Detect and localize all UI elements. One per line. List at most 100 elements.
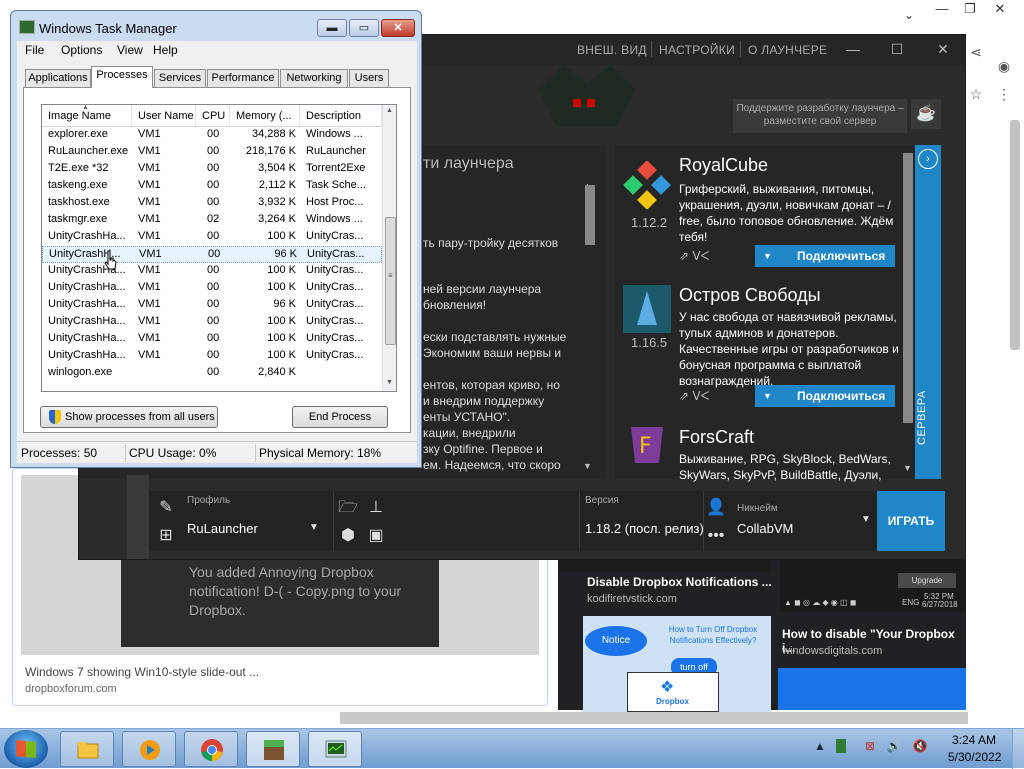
col-description[interactable]: Description <box>300 105 382 127</box>
clock-time[interactable]: 3:24 AM <box>952 733 996 747</box>
chevron-right-icon[interactable]: › <box>918 149 938 169</box>
menu-options[interactable]: Options <box>61 43 102 57</box>
browser-restore-button[interactable]: ❐ <box>956 0 984 18</box>
connect-button[interactable]: ▼ Подключиться <box>755 385 895 407</box>
table-row[interactable]: UnityCrashHa... VM1 00 100 K UnityCras... <box>42 229 382 246</box>
servers-scrollbar[interactable] <box>903 153 913 423</box>
maximize-button[interactable]: ▭ <box>349 19 379 37</box>
volume-icon[interactable]: 🔊 <box>886 739 902 755</box>
tray-expand-icon[interactable]: ▲ <box>812 739 828 755</box>
tray-app-icon[interactable] <box>836 739 846 753</box>
table-row[interactable]: UnityCrashH... VM1 00 96 K UnityCras... <box>42 246 382 263</box>
more-icon[interactable]: ⋮ <box>994 86 1014 106</box>
tab-performance[interactable]: Performance <box>207 69 279 87</box>
table-row[interactable]: UnityCrashHa... VM1 00 100 K UnityCras... <box>42 314 382 331</box>
folder-icon[interactable]: 🗁 <box>337 497 359 519</box>
scroll-down-icon[interactable]: ▼ <box>583 461 592 471</box>
table-row[interactable]: RuLauncher.exe VM1 00 218,176 K RuLauncher <box>42 144 382 161</box>
news-scrollbar[interactable] <box>585 185 595 245</box>
chevron-down-icon[interactable]: ⌄ <box>895 6 923 24</box>
more-icon[interactable]: ••• <box>705 525 727 547</box>
scroll-up-icon[interactable]: ▲ <box>386 107 393 114</box>
taskbar-explorer[interactable] <box>60 731 114 767</box>
tab-networking[interactable]: Networking <box>280 69 348 87</box>
profile-select[interactable]: RuLauncher <box>187 521 258 536</box>
maximize-icon[interactable]: ☐ <box>885 39 909 59</box>
nickname-field[interactable]: CollabVM <box>737 521 793 536</box>
save-icon[interactable]: ▣ <box>365 525 387 547</box>
user-icon[interactable]: 👤 <box>705 497 727 519</box>
clock-date[interactable]: 5/30/2022 <box>948 750 1001 764</box>
coffee-icon[interactable]: ☕ <box>911 99 941 129</box>
table-row[interactable]: UnityCrashHa... VM1 00 100 K UnityCras... <box>42 348 382 365</box>
tab-users[interactable]: Users <box>349 69 389 87</box>
scroll-down-icon[interactable]: ▼ <box>386 379 393 386</box>
speaker-muted-icon[interactable]: 🔇 <box>912 739 928 755</box>
process-scrollbar[interactable]: ▲ ≡ ▼ <box>382 105 396 391</box>
result-title[interactable]: Windows 7 showing Win10-style slide-out … <box>25 665 259 679</box>
table-row[interactable]: UnityCrashHa... VM1 00 100 K UnityCras... <box>42 280 382 297</box>
network-error-icon[interactable]: ⊠ <box>862 739 878 755</box>
table-row[interactable]: explorer.exe VM1 00 34,288 K Windows ... <box>42 127 382 144</box>
close-button[interactable]: ✕ <box>381 19 415 37</box>
tab-services[interactable]: Services <box>154 69 206 87</box>
start-button[interactable] <box>4 730 48 768</box>
browser-scrollbar[interactable] <box>1010 120 1020 350</box>
edit-profile-icon[interactable]: ✎ <box>155 497 177 519</box>
col-user-name[interactable]: User Name <box>132 105 196 127</box>
table-row[interactable]: UnityCrashHa... VM1 00 100 K UnityCras... <box>42 263 382 280</box>
profile-icon[interactable]: ◉ <box>994 58 1014 78</box>
add-profile-icon[interactable]: ⊞ <box>155 525 177 547</box>
tree-icon[interactable]: ⊥ <box>365 497 387 519</box>
nav-about[interactable]: О ЛАУНЧЕРЕ <box>748 43 827 57</box>
link-icon[interactable]: ⇗ ᐯᐸ <box>679 249 709 263</box>
horizontal-scrollbar[interactable] <box>340 712 968 724</box>
tab-processes[interactable]: Processes <box>91 66 153 88</box>
table-row[interactable]: T2E.exe *32 VM1 00 3,504 K Torrent2Exe <box>42 161 382 178</box>
menu-file[interactable]: File <box>25 43 44 57</box>
taskbar-minecraft[interactable] <box>246 731 300 767</box>
table-row[interactable]: taskeng.exe VM1 00 2,112 K Task Sche... <box>42 178 382 195</box>
scrollbar-thumb[interactable]: ≡ <box>385 217 396 345</box>
taskbar-chrome[interactable] <box>184 731 238 767</box>
dropdown-arrow-icon[interactable]: ▼ <box>763 385 772 407</box>
minimize-button[interactable]: ▬ <box>317 19 347 37</box>
close-icon[interactable]: ✕ <box>931 39 955 59</box>
bookmark-icon[interactable]: ☆ <box>966 86 986 106</box>
col-memory[interactable]: Memory (... <box>230 105 300 127</box>
tab-applications[interactable]: Applications <box>25 69 91 87</box>
result-thumbnail[interactable] <box>778 668 966 710</box>
result-title[interactable]: Disable Dropbox Notifications ... <box>587 575 772 589</box>
profile-dropdown-icon[interactable]: ▼ <box>303 517 325 539</box>
taskbar-task-manager[interactable] <box>308 731 362 767</box>
col-image-name[interactable]: ▲ Image Name <box>42 105 132 127</box>
show-all-processes-button[interactable]: Show processes from all users <box>40 406 218 428</box>
table-row[interactable]: UnityCrashHa... VM1 00 100 K UnityCras... <box>42 331 382 348</box>
nav-appearance[interactable]: ВНЕШ. ВИД <box>577 43 647 57</box>
browser-close-button[interactable]: ✕ <box>986 0 1014 18</box>
support-banner[interactable]: Поддержите разработку лаунчера – размест… <box>733 99 907 133</box>
table-row[interactable]: winlogon.exe 00 2,840 K <box>42 365 382 382</box>
result-thumbnail[interactable]: Notice How to Turn Off Dropbox Notificat… <box>583 616 771 712</box>
minimize-icon[interactable]: — <box>841 39 865 59</box>
table-row[interactable]: UnityCrashHa... VM1 00 96 K UnityCras... <box>42 297 382 314</box>
nickname-dropdown-icon[interactable]: ▼ <box>855 509 877 531</box>
menu-help[interactable]: Help <box>153 43 178 57</box>
menu-view[interactable]: View <box>117 43 143 57</box>
servers-tab[interactable]: › СЕРВЕРА <box>915 145 941 479</box>
version-select[interactable]: 1.18.2 (посл. релиз) <box>585 521 704 536</box>
table-row[interactable]: taskhost.exe VM1 00 3,932 K Host Proc... <box>42 195 382 212</box>
link-icon[interactable]: ⇗ ᐯᐸ <box>679 389 709 403</box>
play-button[interactable]: ИГРАТЬ <box>877 491 945 551</box>
nav-settings[interactable]: НАСТРОЙКИ <box>659 43 735 57</box>
table-row[interactable]: taskmgr.exe VM1 02 3,264 K Windows ... <box>42 212 382 229</box>
boxes-icon[interactable]: ⬢ <box>337 525 359 547</box>
share-icon[interactable]: ⋖ <box>966 44 986 64</box>
dropdown-arrow-icon[interactable]: ▼ <box>763 245 772 267</box>
browser-minimize-button[interactable]: — <box>928 0 956 18</box>
taskbar-media-player[interactable] <box>122 731 176 767</box>
show-desktop-button[interactable] <box>1012 729 1024 769</box>
scroll-down-icon[interactable]: ▼ <box>903 463 912 473</box>
connect-button[interactable]: ▼ Подключиться <box>755 245 895 267</box>
end-process-button[interactable]: End Process <box>292 406 388 428</box>
